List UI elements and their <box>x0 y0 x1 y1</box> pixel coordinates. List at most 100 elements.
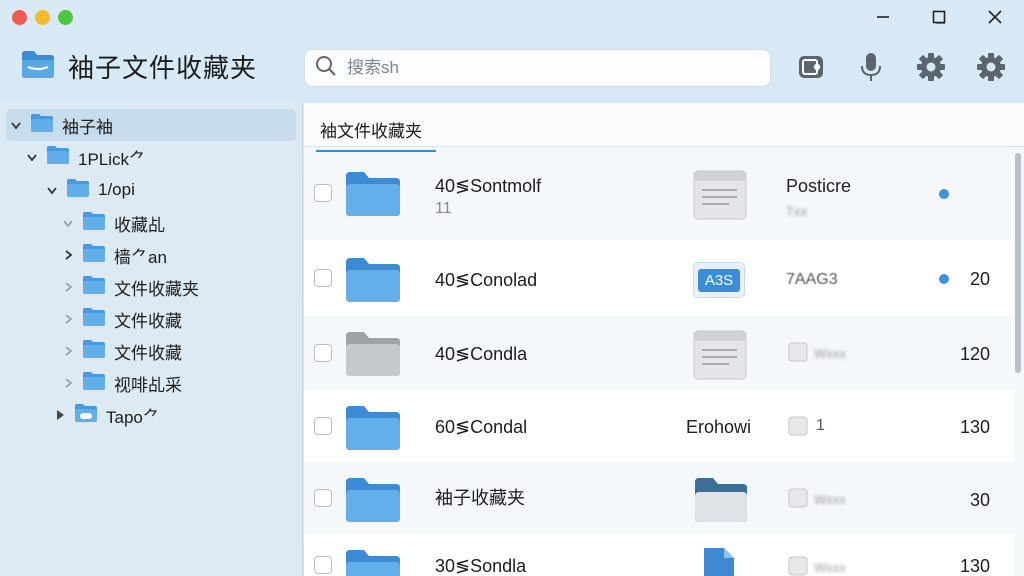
column-subtext: Wxxx <box>814 492 846 507</box>
tree-item[interactable]: 樯⺈an <box>6 239 296 271</box>
search-input[interactable] <box>347 58 747 78</box>
tree-item[interactable]: Tapo⺈ <box>6 399 296 431</box>
folder-icon <box>344 170 402 223</box>
tree-item-label: 文件收藏 <box>114 343 182 363</box>
gear-icon[interactable] <box>916 52 946 82</box>
search-box[interactable] <box>304 49 771 87</box>
tree-item[interactable]: 视啡乩采 <box>6 367 296 399</box>
row-checkbox[interactable] <box>314 489 332 507</box>
column-text: Erohowi <box>686 417 752 437</box>
tree-item-label: 樯⺈an <box>114 247 167 267</box>
folder-icon <box>344 404 402 457</box>
minimize-icon[interactable] <box>872 6 894 28</box>
chevron-down-icon[interactable] <box>62 217 74 229</box>
folder-icon <box>82 307 106 332</box>
app-window: 袖子文件收藏夹 搜索sh 袖子袖 1PLick⺈ 1/opi 收藏乩 樯⺈an … <box>0 0 1024 576</box>
tree-item-label: 视啡乩采 <box>114 375 182 395</box>
row-checkbox[interactable] <box>314 556 332 574</box>
tab-bar: 袖文件收藏夹 <box>304 103 1024 152</box>
file-name: 30≶Sondla <box>435 556 527 576</box>
file-icon <box>702 546 736 576</box>
folder-icon <box>46 145 70 170</box>
microphone-icon[interactable] <box>856 52 886 82</box>
abs-badge-icon: A3S <box>693 262 745 298</box>
close-dot-icon[interactable] <box>12 10 27 25</box>
file-sub: 11 <box>435 200 452 217</box>
row-count: 130 <box>959 556 990 576</box>
tab-active[interactable]: 袖文件收藏夹 <box>316 113 436 152</box>
row-count: 20 <box>969 269 990 289</box>
folder-icon <box>344 548 402 576</box>
screen-record-icon[interactable] <box>796 52 826 82</box>
tree-item[interactable]: 文件收藏 <box>6 303 296 335</box>
file-name: 袖子收藏夹 <box>435 488 525 508</box>
gray-folder-icon <box>344 330 402 383</box>
app-title: 袖子文件收藏夹 <box>68 53 258 83</box>
tree-item-label: 收藏乩 <box>114 215 165 235</box>
tree-item-label: 文件收藏 <box>114 311 182 331</box>
small-file-icon <box>788 342 808 367</box>
maximize-icon[interactable] <box>928 6 950 28</box>
document-icon <box>693 330 747 385</box>
search-icon <box>315 55 337 82</box>
minimize-dot-icon[interactable] <box>35 10 50 25</box>
settings-gear-icon[interactable] <box>976 52 1006 82</box>
chevron-right-icon[interactable] <box>62 377 74 389</box>
tree-item[interactable]: 文件收藏 <box>6 335 296 367</box>
traffic-lights <box>12 10 73 25</box>
chevron-right-icon[interactable] <box>62 249 74 261</box>
row-checkbox[interactable] <box>314 417 332 435</box>
close-icon[interactable] <box>984 6 1006 28</box>
chevron-right-icon[interactable] <box>62 345 74 357</box>
file-name: 40≶Sontmolf <box>435 176 542 196</box>
caret-right-icon[interactable] <box>54 409 66 421</box>
file-name: 40≶Conolad <box>435 270 538 290</box>
column-subtext: Txx <box>786 204 807 219</box>
list-item[interactable]: 40≶Sontmolf 11 Posticre Txx <box>304 148 1014 240</box>
column-text: Posticre <box>786 176 852 196</box>
badge-text: A3S <box>697 268 741 292</box>
row-checkbox[interactable] <box>314 269 332 287</box>
tree-item[interactable]: 1PLick⺈ <box>6 141 296 173</box>
tree-item-label: 袖子袖 <box>62 117 113 137</box>
folder-icon <box>82 243 106 268</box>
small-file-icon <box>788 416 808 441</box>
list-item[interactable]: 60≶Condal Erohowi 1 130 <box>304 390 1014 462</box>
list-item[interactable]: 袖子收藏夹 Wxxx 30 <box>304 462 1014 534</box>
row-checkbox[interactable] <box>314 344 332 362</box>
folder-icon <box>66 178 90 203</box>
folder-icon <box>30 113 54 138</box>
folder-icon <box>344 256 402 309</box>
chevron-down-icon[interactable] <box>26 151 38 163</box>
folder-icon <box>344 476 402 529</box>
chevron-down-icon[interactable] <box>46 184 58 196</box>
zoom-dot-icon[interactable] <box>58 10 73 25</box>
dark-folder-icon <box>693 476 749 529</box>
chevron-right-icon[interactable] <box>62 281 74 293</box>
toolbar <box>796 52 1006 82</box>
tree-item-root[interactable]: 袖子袖 <box>6 109 296 141</box>
folder-icon <box>82 339 106 364</box>
file-name: 40≶Condla <box>435 344 528 364</box>
column-subtext: Wxxx <box>814 560 846 575</box>
list-item[interactable]: 30≶Sondla Wxxx 130 <box>304 534 1014 576</box>
tree-item[interactable]: 收藏乩 <box>6 207 296 239</box>
folder-icon <box>20 48 56 85</box>
gamepad-folder-icon <box>74 403 98 428</box>
folder-icon <box>82 275 106 300</box>
row-checkbox[interactable] <box>314 184 332 202</box>
chevron-right-icon[interactable] <box>62 313 74 325</box>
scrollbar[interactable] <box>1015 153 1021 373</box>
column-subtext: 1 <box>816 417 825 434</box>
chevron-down-icon[interactable] <box>10 119 22 131</box>
tree-item[interactable]: 文件收藏夹 <box>6 271 296 303</box>
window-controls <box>872 6 1006 28</box>
list-item[interactable]: 40≶Conolad A3S 7AAG3 20 <box>304 240 1014 316</box>
tree-item[interactable]: 1/opi <box>6 174 296 206</box>
tree-item-label: Tapo⺈ <box>106 407 160 427</box>
file-name: 60≶Condal <box>435 417 528 437</box>
list-item[interactable]: 40≶Condla Wxxx 120 <box>304 316 1014 390</box>
sidebar-tree: 袖子袖 1PLick⺈ 1/opi 收藏乩 樯⺈an 文件收藏夹 文件收藏 文件… <box>0 103 303 576</box>
row-count: 30 <box>969 490 990 510</box>
folder-icon <box>82 371 106 396</box>
